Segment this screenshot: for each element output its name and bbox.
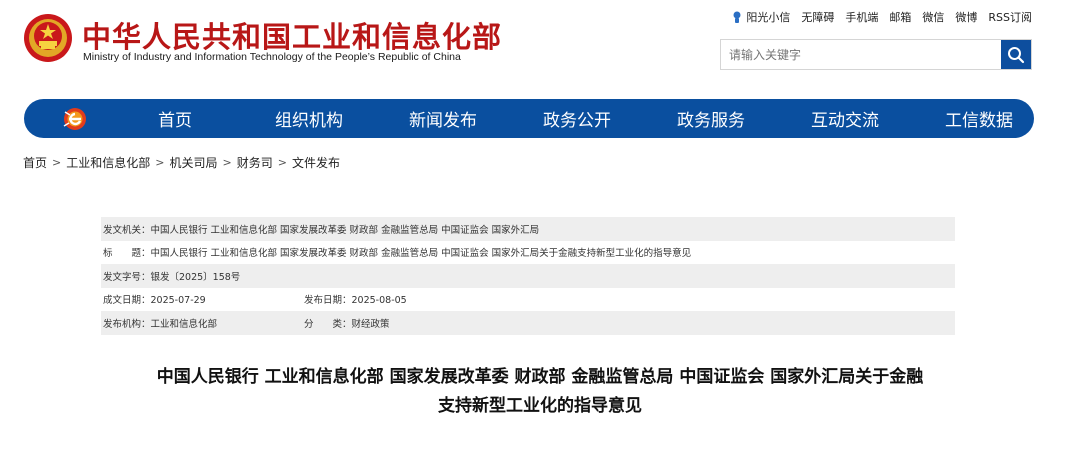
- search-input[interactable]: [721, 40, 1001, 69]
- nav-data[interactable]: 工信数据: [912, 106, 1046, 131]
- main-nav: 首页 组织机构 新闻发布 政务公开 政务服务 互动交流 工信数据: [24, 99, 1034, 138]
- breadcrumb: 首页 > 工业和信息化部 > 机关司局 > 财务司 > 文件发布: [23, 154, 340, 171]
- nav-gov-info[interactable]: 政务公开: [510, 106, 644, 131]
- nav-gov-service[interactable]: 政务服务: [644, 106, 778, 131]
- document-title: 中国人民银行 工业和信息化部 国家发展改革委 财政部 金融监管总局 中国证监会 …: [80, 363, 1000, 421]
- meta-row-issuer: 发文机关：中国人民银行 工业和信息化部 国家发展改革委 财政部 金融监管总局 中…: [101, 217, 955, 241]
- search-icon: [1008, 46, 1025, 63]
- meta-category: 分 类：财经政策: [304, 318, 390, 330]
- meta-row-doc-number: 发文字号：银发〔2025〕158号: [101, 264, 955, 288]
- meta-title: 标 题：中国人民银行 工业和信息化部 国家发展改革委 财政部 金融监管总局 中国…: [103, 248, 692, 260]
- mascot-icon: [733, 11, 741, 23]
- meta-row-dates: 成文日期：2025-07-29 发布日期：2025-08-05: [101, 288, 955, 312]
- breadcrumb-departments[interactable]: 机关司局: [169, 154, 217, 171]
- breadcrumb-finance-dept[interactable]: 财务司: [237, 154, 273, 171]
- meta-issuer: 发文机关：中国人民银行 工业和信息化部 国家发展改革委 财政部 金融监管总局 中…: [103, 224, 540, 236]
- toplink-wechat[interactable]: 微信: [922, 9, 944, 25]
- meta-written-date: 成文日期：2025-07-29: [103, 295, 206, 307]
- e-logo-icon[interactable]: [62, 106, 88, 132]
- meta-doc-number: 发文字号：银发〔2025〕158号: [103, 271, 241, 283]
- meta-publish-date: 发布日期：2025-08-05: [304, 295, 407, 307]
- nav-organization[interactable]: 组织机构: [242, 106, 376, 131]
- meta-row-title: 标 题：中国人民银行 工业和信息化部 国家发展改革委 财政部 金融监管总局 中国…: [101, 241, 955, 265]
- top-links: 阳光小信 无障碍 手机端 邮箱 微信 微博 RSS订阅: [732, 9, 1032, 25]
- meta-publisher: 发布机构：工业和信息化部: [103, 318, 218, 330]
- breadcrumb-separator: >: [222, 156, 232, 169]
- meta-row-publisher: 发布机构：工业和信息化部 分 类：财经政策: [101, 311, 955, 335]
- breadcrumb-home[interactable]: 首页: [23, 154, 47, 171]
- toplink-mobile[interactable]: 手机端: [845, 9, 878, 25]
- nav-home[interactable]: 首页: [108, 106, 242, 131]
- search-box: [720, 39, 1032, 70]
- toplink-label: 阳光小信: [746, 11, 791, 24]
- site-subtitle: Ministry of Industry and Information Tec…: [83, 51, 461, 63]
- document-meta-table: 发文机关：中国人民银行 工业和信息化部 国家发展改革委 财政部 金融监管总局 中…: [101, 217, 955, 335]
- breadcrumb-file-release[interactable]: 文件发布: [292, 154, 340, 171]
- toplink-sunshine[interactable]: 阳光小信: [732, 9, 790, 25]
- nav-news[interactable]: 新闻发布: [376, 106, 510, 131]
- breadcrumb-separator: >: [277, 156, 287, 169]
- national-emblem-icon: [22, 12, 74, 64]
- toplink-weibo[interactable]: 微博: [955, 9, 977, 25]
- toplink-mailbox[interactable]: 邮箱: [889, 9, 911, 25]
- search-button[interactable]: [1001, 40, 1031, 69]
- site-title[interactable]: 中华人民共和国工业和信息化部: [82, 14, 502, 56]
- nav-interaction[interactable]: 互动交流: [778, 106, 912, 131]
- document-title-line1: 中国人民银行 工业和信息化部 国家发展改革委 财政部 金融监管总局 中国证监会 …: [156, 367, 924, 387]
- breadcrumb-ministry[interactable]: 工业和信息化部: [66, 154, 150, 171]
- toplink-accessibility[interactable]: 无障碍: [801, 9, 834, 25]
- toplink-rss[interactable]: RSS订阅: [988, 9, 1032, 25]
- breadcrumb-separator: >: [155, 156, 165, 169]
- breadcrumb-separator: >: [52, 156, 62, 169]
- document-title-line2: 支持新型工业化的指导意见: [438, 396, 642, 416]
